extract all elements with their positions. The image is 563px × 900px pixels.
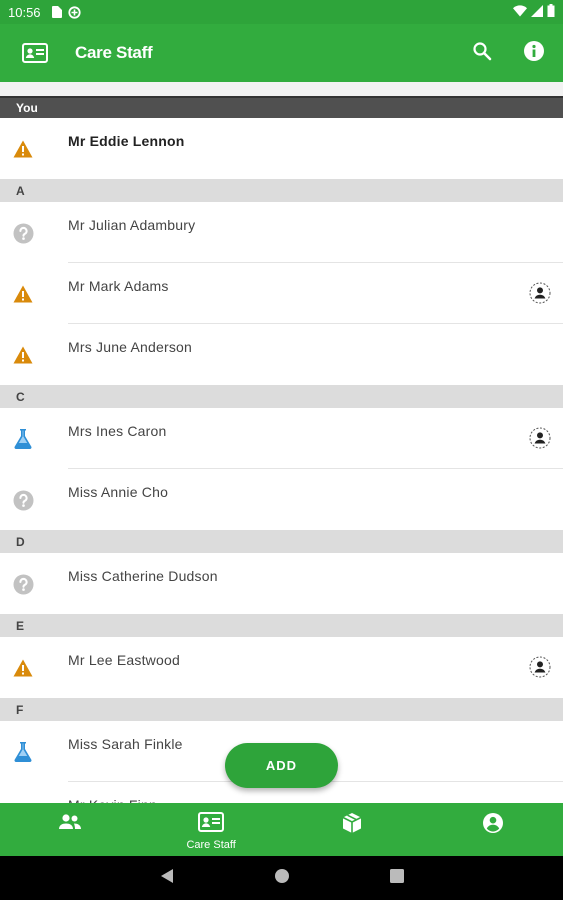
staff-name: Mr Eddie Lennon bbox=[68, 133, 185, 149]
app-bar: Care Staff bbox=[0, 24, 563, 82]
warning-icon bbox=[12, 344, 34, 366]
staff-name: Mr Julian Adambury bbox=[68, 217, 196, 233]
home-icon[interactable] bbox=[274, 868, 290, 889]
section-header-e: E bbox=[0, 614, 563, 637]
warning-icon bbox=[12, 138, 34, 160]
staff-name: Miss Annie Cho bbox=[68, 484, 169, 500]
tab-care-staff[interactable]: Care Staff bbox=[141, 803, 282, 856]
section-header-d: D bbox=[0, 530, 563, 553]
bottom-navigation: Care Staff bbox=[0, 803, 563, 856]
flask-icon bbox=[12, 428, 34, 450]
add-button[interactable]: ADD bbox=[225, 743, 338, 788]
list-item[interactable]: Miss Annie Cho bbox=[0, 469, 563, 530]
id-card-icon[interactable] bbox=[22, 40, 48, 66]
id-card-icon bbox=[198, 812, 225, 837]
status-bar: 10:56 bbox=[0, 0, 563, 24]
info-button[interactable] bbox=[511, 30, 557, 76]
wifi-icon bbox=[513, 4, 527, 20]
help-icon bbox=[12, 573, 34, 595]
tab-account[interactable] bbox=[422, 803, 563, 856]
search-icon bbox=[472, 41, 492, 66]
staff-list[interactable]: You Mr Eddie Lennon A Mr Julian Adambury M… bbox=[0, 96, 563, 803]
battery-icon bbox=[547, 4, 555, 20]
staff-name: Mr Mark Adams bbox=[68, 278, 169, 294]
list-item[interactable]: Mrs June Anderson bbox=[0, 324, 563, 385]
status-time: 10:56 bbox=[8, 4, 41, 20]
list-item[interactable]: Mrs Ines Caron bbox=[0, 408, 563, 469]
back-icon[interactable] bbox=[160, 868, 174, 889]
help-icon bbox=[12, 489, 34, 511]
info-icon bbox=[523, 40, 545, 67]
list-item[interactable]: Mr Julian Adambury bbox=[0, 202, 563, 263]
system-navigation-bar bbox=[0, 856, 563, 900]
list-item[interactable]: Mr Lee Eastwood bbox=[0, 637, 563, 698]
section-header-you: You bbox=[0, 96, 563, 118]
tab-label: Care Staff bbox=[186, 839, 236, 851]
flask-icon bbox=[12, 741, 34, 763]
sim-card-icon bbox=[51, 6, 62, 18]
section-header-c: C bbox=[0, 385, 563, 408]
page-title: Care Staff bbox=[75, 43, 153, 62]
cell-signal-icon bbox=[531, 4, 543, 20]
staff-name: Mrs June Anderson bbox=[68, 339, 193, 355]
list-item[interactable]: Mr Eddie Lennon bbox=[0, 118, 563, 179]
tab-packages[interactable] bbox=[282, 803, 423, 856]
recents-icon[interactable] bbox=[389, 868, 404, 888]
section-header-f: F bbox=[0, 698, 563, 721]
list-item[interactable]: Mr Mark Adams bbox=[0, 263, 563, 324]
search-button[interactable] bbox=[459, 30, 505, 76]
section-header-a: A bbox=[0, 179, 563, 202]
staff-name: Miss Sarah Finkle bbox=[68, 736, 183, 752]
list-item[interactable]: Miss Catherine Dudson bbox=[0, 553, 563, 614]
help-icon bbox=[12, 222, 34, 244]
staff-name: Mrs Ines Caron bbox=[68, 423, 167, 439]
staff-name: Miss Catherine Dudson bbox=[68, 568, 218, 584]
tab-groups[interactable] bbox=[0, 803, 141, 856]
staff-name: Mr Lee Eastwood bbox=[68, 652, 180, 668]
data-saver-icon bbox=[67, 5, 81, 19]
package-icon bbox=[341, 812, 363, 839]
warning-icon bbox=[12, 283, 34, 305]
account-circle-icon bbox=[482, 812, 504, 839]
person-icon[interactable] bbox=[529, 427, 551, 449]
group-icon bbox=[58, 812, 82, 837]
person-icon[interactable] bbox=[529, 282, 551, 304]
person-icon[interactable] bbox=[529, 656, 551, 678]
warning-icon bbox=[12, 657, 34, 679]
